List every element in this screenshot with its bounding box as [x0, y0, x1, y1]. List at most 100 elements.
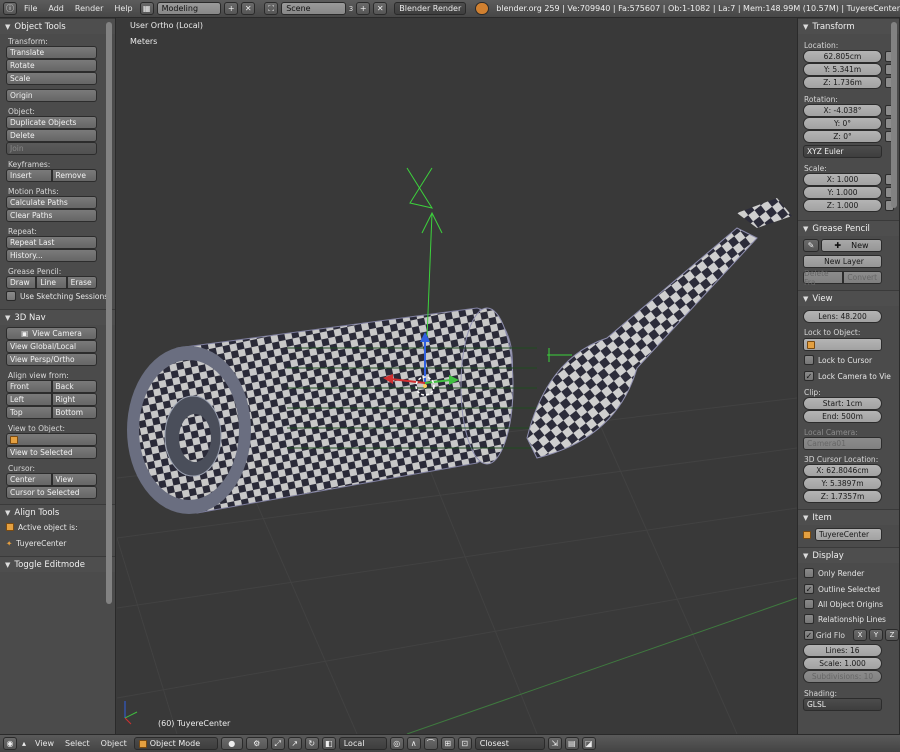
grid-axis-y-toggle[interactable]: Y [869, 629, 883, 641]
new-layer-button[interactable]: New Layer [803, 255, 882, 268]
cursor-view-button[interactable]: View [51, 473, 97, 486]
origin-button[interactable]: Origin [6, 89, 97, 102]
use-sketching-checkbox[interactable]: Use Sketching Sessions [6, 289, 115, 303]
cursor-y-field[interactable]: Y: 5.3897m [803, 477, 882, 490]
scale-y-field[interactable]: Y: 1.000 [803, 186, 882, 199]
view-to-object-field[interactable] [6, 433, 97, 446]
interaction-mode-select[interactable]: Object Mode [133, 737, 218, 750]
cursor-center-button[interactable]: Center [6, 473, 52, 486]
display-header[interactable]: ▼ Display [798, 547, 899, 563]
snap-target-select[interactable]: Closest [474, 737, 545, 750]
snap-align-icon[interactable]: ⇲ [547, 737, 562, 750]
add-scene-button[interactable]: + [356, 2, 371, 15]
only-render-checkbox[interactable]: Only Render [804, 566, 899, 580]
scale-manipulator-icon[interactable]: ◧ [321, 737, 336, 750]
layers-icon[interactable]: ◎ [389, 737, 404, 750]
editor-type-button[interactable]: ⓘ [3, 2, 17, 15]
properties-scrollbar[interactable] [891, 22, 897, 208]
view-header[interactable]: ▼ View [798, 290, 899, 306]
erase-button[interactable]: Erase [66, 276, 97, 289]
line-button[interactable]: Line [36, 276, 67, 289]
lock-camera-checkbox[interactable]: ✓ Lock Camera to Vie [804, 369, 899, 383]
outline-selected-checkbox[interactable]: ✓ Outline Selected [804, 582, 899, 596]
rotate-button[interactable]: Rotate [6, 59, 97, 72]
rotation-z-field[interactable]: Z: 0° [803, 130, 882, 143]
menu-render[interactable]: Render [71, 4, 107, 13]
screen-layout-field[interactable]: Modeling [156, 2, 222, 15]
menu-collapse-icon[interactable]: ▴ [20, 737, 28, 750]
item-name-field[interactable]: TuyereCenter [815, 528, 882, 541]
render-engine-select[interactable]: Blender Render [394, 2, 467, 15]
menu-select[interactable]: Select [61, 739, 94, 748]
clip-end-field[interactable]: End: 500m [803, 410, 882, 423]
rotation-mode-select[interactable]: XYZ Euler [803, 145, 882, 158]
scale-x-field[interactable]: X: 1.000 [803, 173, 882, 186]
location-z-field[interactable]: Z: 1.736m [803, 76, 882, 89]
join-button[interactable]: Join [6, 142, 97, 155]
proportional-edit-icon[interactable]: ∧ [406, 737, 421, 750]
rotate-manipulator-icon[interactable]: ↻ [304, 737, 319, 750]
left-view-button[interactable]: Left [6, 393, 52, 406]
editor-type-button[interactable]: ◉ [3, 737, 17, 750]
cursor-to-selected-button[interactable]: Cursor to Selected [6, 486, 97, 499]
grid-lines-field[interactable]: Lines: 16 [803, 644, 882, 657]
calculate-paths-button[interactable]: Calculate Paths [6, 196, 97, 209]
history-button[interactable]: History... [6, 249, 97, 262]
item-header[interactable]: ▼ Item [798, 509, 899, 525]
right-view-button[interactable]: Right [51, 393, 97, 406]
delete-button[interactable]: Delete [6, 129, 97, 142]
render-preview-icon[interactable]: ▤ [564, 737, 579, 750]
falloff-icon[interactable]: ⌒ [423, 737, 438, 750]
snap-element-icon[interactable]: ⊡ [457, 737, 472, 750]
location-x-field[interactable]: 62.805cm [803, 50, 882, 63]
clear-paths-button[interactable]: Clear Paths [6, 209, 97, 222]
lock-object-field[interactable] [803, 338, 882, 351]
lens-field[interactable]: Lens: 48.200 [803, 310, 882, 323]
lock-to-cursor-checkbox[interactable]: Lock to Cursor [804, 353, 899, 367]
grid-axis-z-toggle[interactable]: Z [885, 629, 899, 641]
object-tools-header[interactable]: ▼ Object Tools [0, 18, 115, 34]
delete-frame-button[interactable]: Delete Fra [803, 269, 843, 287]
view-camera-button[interactable]: ▣ View Camera [6, 327, 97, 340]
scene-icon[interactable]: ⛶ [264, 2, 279, 15]
view-persp-ortho-button[interactable]: View Persp/Ortho [6, 353, 97, 366]
insert-keyframe-button[interactable]: Insert [6, 169, 52, 182]
rotation-x-field[interactable]: X: -4.038° [803, 104, 882, 117]
view-global-local-button[interactable]: View Global/Local [6, 340, 97, 353]
tool-shelf-scrollbar[interactable] [106, 22, 112, 604]
remove-scene-button[interactable]: ✕ [373, 2, 388, 15]
menu-file[interactable]: File [20, 4, 41, 13]
duplicate-objects-button[interactable]: Duplicate Objects [6, 116, 97, 129]
menu-help[interactable]: Help [110, 4, 136, 13]
menu-object[interactable]: Object [97, 739, 131, 748]
new-grease-button[interactable]: ✚ New [821, 239, 882, 252]
grid-subdivisions-field[interactable]: Subdivisions: 10 [803, 670, 882, 683]
3d-viewport[interactable]: User Ortho (Local) Meters (60) TuyereCen… [117, 18, 797, 734]
camera-render-icon[interactable]: ◪ [581, 737, 596, 750]
transform-header[interactable]: ▼ Transform [798, 18, 899, 34]
pivot-point-button[interactable]: ⚙ [245, 737, 268, 750]
location-y-field[interactable]: Y: 5.341m [803, 63, 882, 76]
toggle-editmode-header[interactable]: ▼ Toggle Editmode [0, 556, 115, 572]
manipulator-toggle-icon[interactable]: ⤢ [270, 737, 285, 750]
scene-field[interactable]: Scene [281, 2, 346, 15]
screen-layout-icon[interactable]: ▦ [139, 2, 154, 15]
checkmark-icon[interactable]: ✓ [804, 630, 814, 640]
front-view-button[interactable]: Front [6, 380, 52, 393]
translate-button[interactable]: Translate [6, 46, 97, 59]
align-tools-header[interactable]: ▼ Align Tools [0, 504, 115, 520]
relationship-lines-checkbox[interactable]: Relationship Lines [804, 612, 899, 626]
add-screen-button[interactable]: + [224, 2, 239, 15]
pencil-icon[interactable]: ✎ [803, 239, 819, 252]
bottom-view-button[interactable]: Bottom [51, 406, 97, 419]
snap-toggle-icon[interactable]: ⊞ [440, 737, 455, 750]
all-object-origins-checkbox[interactable]: All Object Origins [804, 597, 899, 611]
back-view-button[interactable]: Back [51, 380, 97, 393]
grease-pencil-header[interactable]: ▼ Grease Pencil [798, 220, 899, 236]
3d-nav-header[interactable]: ▼ 3D Nav [0, 309, 115, 325]
transform-orientation-select[interactable]: Local [338, 737, 387, 750]
grid-scale-field[interactable]: Scale: 1.000 [803, 657, 882, 670]
local-camera-field[interactable]: Camera01 [803, 437, 882, 450]
draw-button[interactable]: Draw [6, 276, 37, 289]
view-to-selected-button[interactable]: View to Selected [6, 446, 97, 459]
